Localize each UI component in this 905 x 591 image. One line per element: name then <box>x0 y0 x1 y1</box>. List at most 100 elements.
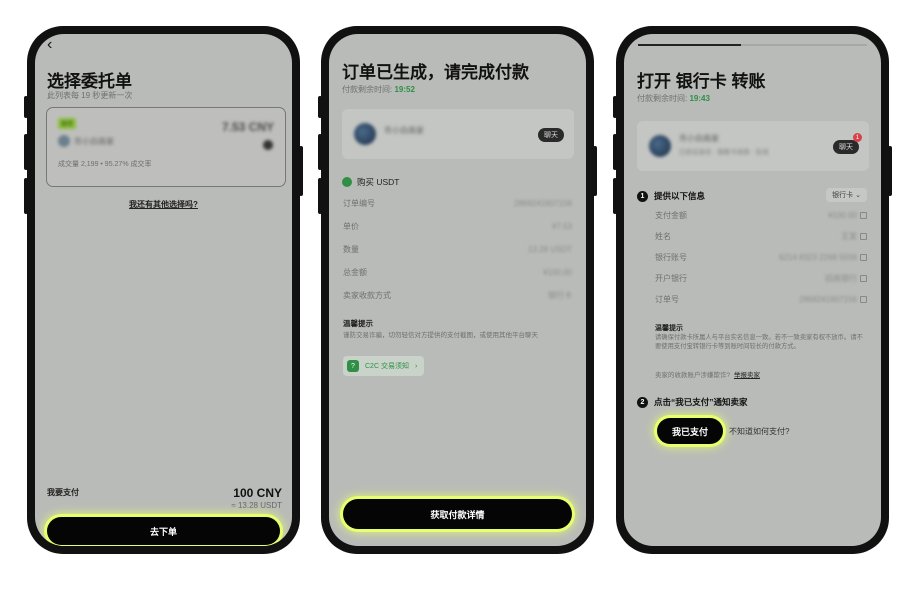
row-value: 银行卡 <box>548 290 572 300</box>
row-value: 招商银行 <box>825 273 857 283</box>
page-title: 打开 银行卡 转账 <box>637 72 766 91</box>
phone-side-button <box>24 178 28 214</box>
report-line: 卖家的收款账户涉嫌欺诈? 举报卖家 <box>655 369 760 379</box>
order-row: 数量 13.28 USDT <box>343 240 572 258</box>
countdown-value: 19:52 <box>394 85 415 94</box>
seller-detail: 已验证身份 · 银联卡收款 · 在线 <box>679 149 769 156</box>
offer-price: 7.53 CNY <box>221 120 274 134</box>
pay-label: 我要支付 <box>47 488 79 497</box>
row-value: ¥7.53 <box>551 221 572 231</box>
report-seller-link[interactable]: 举报卖家 <box>734 372 760 379</box>
info-row: 订单号 2869241607156 <box>655 290 867 308</box>
order-row: 卖家收款方式 银行卡 <box>343 286 572 304</box>
step-2-header: 2 点击“我已支付”通知卖家 <box>637 396 748 408</box>
step-number-1: 1 <box>637 190 648 202</box>
row-value: ¥100.00 <box>828 210 857 220</box>
phone-side-button <box>24 134 28 170</box>
countdown-label: 付款剩余时间: <box>342 85 393 94</box>
copy-icon[interactable] <box>860 232 867 240</box>
guide-link[interactable]: ? C2C 交易须知 › <box>343 356 425 376</box>
phone-side-button <box>613 178 617 214</box>
copy-icon[interactable] <box>860 253 867 261</box>
phone-frame-3: 打开 银行卡 转账 付款剩余时间: 19:43 币小白商家 已验证身份 · 银联… <box>613 26 892 554</box>
progress-bar <box>638 44 867 46</box>
order-row: 订单编号 2869241607156 <box>343 194 572 212</box>
offer-stats: 成交量 2,199 • 95.27% 成交率 <box>58 161 152 168</box>
countdown-label: 付款剩余时间: <box>637 94 688 103</box>
payment-method-select[interactable]: 银行卡 ⌄ <box>826 188 867 202</box>
step-number-2: 2 <box>637 396 648 408</box>
phone-side-button <box>593 146 597 196</box>
chat-button[interactable]: 聊天 <box>538 128 564 142</box>
seller-card: 币小白商家 聊天 <box>342 109 574 159</box>
seller-name: 币小白商家 <box>679 134 719 143</box>
unread-badge: 1 <box>853 133 862 142</box>
phone-side-button <box>888 146 892 196</box>
guide-link-label: C2C 交易须知 <box>365 363 409 370</box>
countdown: 付款剩余时间: 19:43 <box>637 93 710 104</box>
phone-side-button <box>613 134 617 170</box>
row-label: 卖家收款方式 <box>343 290 391 300</box>
phone-side-button <box>318 178 322 214</box>
chevron-right-icon: › <box>414 362 418 370</box>
payment-method-value: 银行卡 <box>832 192 854 199</box>
row-value: ¥100.00 <box>543 267 572 277</box>
phone-side-button <box>299 146 303 196</box>
screen-select-order: ‹ 选择委托单 此列表每 19 秒更新一次 推荐 币小白商家 7.53 CNY … <box>35 34 292 546</box>
row-value: 王某 <box>841 231 857 241</box>
progress-fill <box>638 44 742 46</box>
row-label: 姓名 <box>655 231 671 241</box>
phone-side-button <box>318 134 322 170</box>
chevron-down-icon: ⌄ <box>855 192 861 199</box>
screen-bank-transfer: 打开 银行卡 转账 付款剩余时间: 19:43 币小白商家 已验证身份 · 银联… <box>624 34 881 546</box>
tip-text: 谨防交易诈骗，切勿轻信对方提供的支付截图，或使用其他平台聊天 <box>343 332 538 339</box>
countdown-value: 19:43 <box>689 94 710 103</box>
row-label: 单价 <box>343 221 359 231</box>
row-value: 6214 8323 2268 5556 <box>779 252 857 262</box>
place-order-button[interactable]: 去下单 <box>47 517 280 545</box>
screen-order-created: 订单已生成，请完成付款 付款剩余时间: 19:52 币小白商家 聊天 购买 US… <box>329 34 586 546</box>
other-options-link[interactable]: 我还有其他选择吗? <box>35 199 292 210</box>
row-label: 总金额 <box>343 267 367 277</box>
info-row: 银行账号 6214 8323 2268 5556 <box>655 248 867 266</box>
row-label: 订单号 <box>655 294 679 304</box>
step-2-title: 点击“我已支付”通知卖家 <box>654 397 748 407</box>
row-value: 2869241607156 <box>514 198 572 208</box>
page-title: 订单已生成，请完成付款 <box>342 63 529 82</box>
order-row: 单价 ¥7.53 <box>343 217 572 235</box>
info-row: 开户银行 招商银行 <box>655 269 867 287</box>
get-payment-details-button[interactable]: 获取付款详情 <box>343 499 572 529</box>
row-label: 银行账号 <box>655 252 687 262</box>
seller-avatar <box>649 135 671 157</box>
seller-avatar <box>354 123 376 145</box>
seller-card: 币小白商家 已验证身份 · 银联卡收款 · 在线 聊天 1 <box>637 121 869 171</box>
phone-side-button <box>318 96 322 118</box>
tip-text: 请确保付款卡所属人与平台实名信息一致。若不一致卖家有权不放币。请不要使用支付宝转… <box>655 334 863 350</box>
tip-title: 温馨提示 <box>655 325 683 332</box>
phone-frame-1: ‹ 选择委托单 此列表每 19 秒更新一次 推荐 币小白商家 7.53 CNY … <box>24 26 303 554</box>
row-label: 开户银行 <box>655 273 687 283</box>
offer-card[interactable]: 推荐 币小白商家 7.53 CNY 成交量 2,199 • 95.27% 成交率 <box>46 107 286 187</box>
copy-icon[interactable] <box>860 295 867 303</box>
pay-amount: 100 CNY <box>233 486 282 500</box>
phone-side-button <box>613 96 617 118</box>
row-value: 2869241607156 <box>799 294 857 304</box>
recommend-badge: 推荐 <box>58 118 77 129</box>
phone-frame-2: 订单已生成，请完成付款 付款剩余时间: 19:52 币小白商家 聊天 购买 US… <box>318 26 597 554</box>
coin-icon <box>263 140 273 150</box>
row-label: 数量 <box>343 244 359 254</box>
copy-icon[interactable] <box>860 274 867 282</box>
i-have-paid-button[interactable]: 我已支付 <box>657 418 723 444</box>
phone-side-button <box>24 96 28 118</box>
how-to-pay-link[interactable]: 不知道如何支付? <box>729 426 789 437</box>
chat-button[interactable]: 聊天 <box>833 140 859 154</box>
step-1-title: 提供以下信息 <box>654 191 706 201</box>
back-icon[interactable]: ‹ <box>47 36 52 54</box>
order-row: 总金额 ¥100.00 <box>343 263 572 281</box>
pay-usdt: ≈ 13.28 USDT <box>231 501 282 510</box>
info-row: 姓名 王某 <box>655 227 867 245</box>
seller-name: 币小白商家 <box>384 126 424 135</box>
seller-avatar <box>58 135 70 147</box>
copy-icon[interactable] <box>860 211 867 219</box>
info-row: 支付金额 ¥100.00 <box>655 206 867 224</box>
